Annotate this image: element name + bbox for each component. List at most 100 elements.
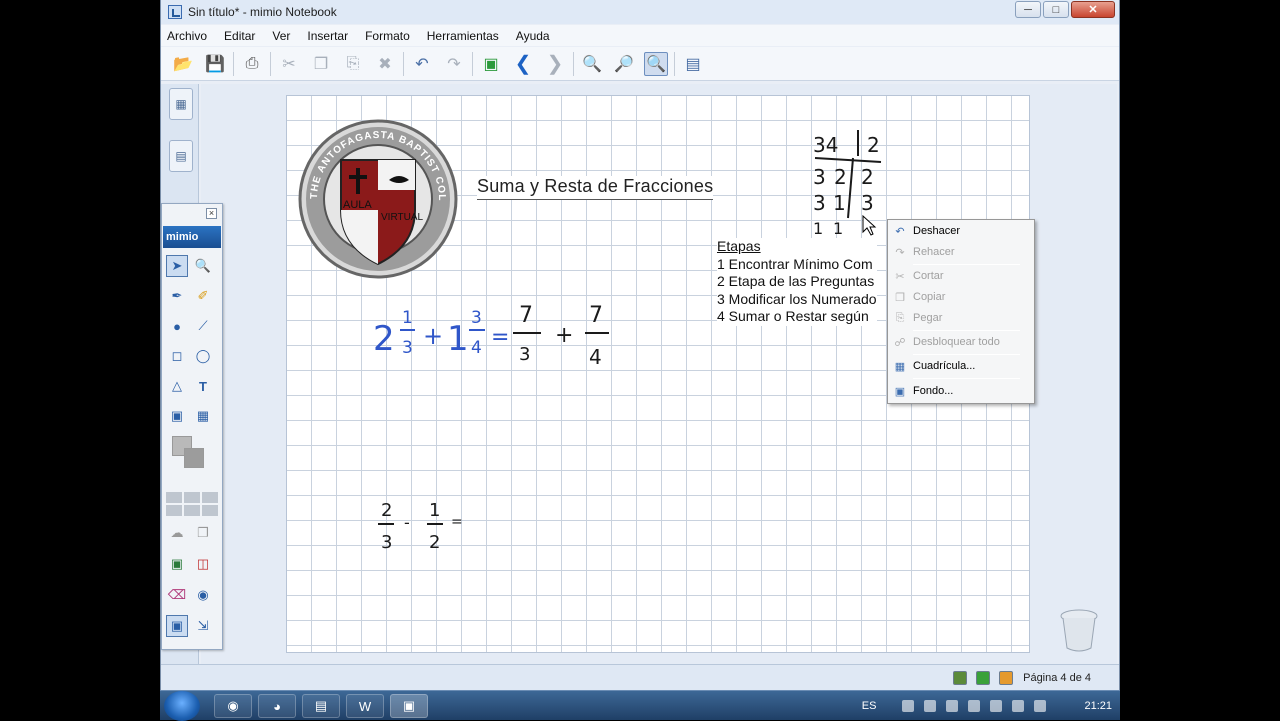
rectangle-icon[interactable]: ◻ [166, 345, 188, 367]
gallery-tab-icon[interactable]: ▤ [169, 140, 193, 172]
zoom-fit-icon[interactable]: 🔍 [644, 51, 668, 76]
hw-row3-b: 1 [833, 219, 843, 238]
firefox-icon[interactable]: ◉ [214, 694, 252, 718]
undo-icon: ↶ [895, 225, 905, 238]
hw-result-den-2: 4 [589, 345, 602, 369]
screen-capture-icon[interactable]: ▦ [192, 405, 214, 427]
group-icon[interactable]: ☁ [166, 522, 188, 544]
title-bar[interactable]: Sin título* - mimio Notebook ─ □ ✕ [161, 0, 1119, 24]
paste-icon[interactable]: ⎘ [341, 52, 365, 76]
redo-icon[interactable]: ↷ [442, 52, 466, 76]
select-arrow-icon[interactable]: ➤ [166, 255, 188, 277]
triangle-icon[interactable]: △ [166, 375, 188, 397]
menu-ver[interactable]: Ver [272, 29, 290, 43]
menu-undo[interactable]: ↶ Deshacer [888, 221, 1034, 241]
cut-icon[interactable]: ✂ [277, 52, 301, 76]
recorder-icon[interactable]: ◫ [192, 553, 214, 575]
line-color-swatch[interactable] [184, 448, 204, 468]
cut-icon: ✂ [895, 270, 905, 283]
menu-copy[interactable]: ❐ Copiar [888, 287, 1034, 307]
menu-separator [913, 330, 1020, 331]
ellipse-fill-icon[interactable]: ● [166, 315, 188, 337]
mouse-cursor-icon [862, 214, 877, 236]
menu-insertar[interactable]: Insertar [307, 29, 348, 43]
volume-icon[interactable] [1034, 700, 1047, 712]
menu-herramientas[interactable]: Herramientas [427, 29, 499, 43]
hw-row2-a: 3 [813, 191, 826, 215]
folder-icon[interactable]: ▤ [302, 694, 340, 718]
menu-cut[interactable]: ✂ Cortar [888, 266, 1034, 286]
taskbar: ◉ ◕ ▤ W ▣ ES 21:21 [160, 690, 1120, 721]
close-icon[interactable]: ✕ [1071, 1, 1115, 18]
menu-archivo[interactable]: Archivo [167, 29, 207, 43]
tray-icon[interactable] [902, 700, 915, 712]
text-tool-icon[interactable]: T [192, 375, 214, 397]
spotlight-icon[interactable]: ▣ [166, 615, 188, 637]
print-icon[interactable]: ⎙ [240, 52, 264, 76]
display-icon[interactable]: ▤ [681, 52, 705, 76]
menu-formato[interactable]: Formato [365, 29, 410, 43]
browser-icon[interactable]: ◕ [258, 694, 296, 718]
highlighter-icon[interactable]: ✐ [192, 285, 214, 307]
start-button-icon[interactable] [164, 691, 200, 721]
hw-sub-den-2: 2 [429, 532, 440, 553]
minimize-icon[interactable]: ─ [1015, 1, 1041, 18]
menu-separator [913, 354, 1020, 355]
thumbnails-tab-icon[interactable]: ▦ [169, 88, 193, 120]
clock[interactable]: 21:21 [1084, 700, 1112, 712]
status-bar: Página 4 de 4 [161, 664, 1119, 690]
delete-icon[interactable]: ✖ [373, 52, 397, 76]
menu-ayuda[interactable]: Ayuda [516, 29, 550, 43]
menu-grid[interactable]: ▦ Cuadrícula... [888, 356, 1034, 376]
save-icon[interactable]: 💾 [203, 52, 227, 76]
circle-icon[interactable]: ◯ [192, 345, 214, 367]
pen-icon[interactable]: ✒ [166, 285, 188, 307]
tools-icon[interactable] [999, 670, 1014, 685]
hw-num-1: 1 [402, 308, 413, 328]
insert-image-icon[interactable]: ▣ [166, 405, 188, 427]
color-palette-grid[interactable] [166, 492, 218, 516]
menu-copy-label: Copiar [913, 291, 946, 303]
reveal-icon[interactable]: ◉ [192, 584, 214, 606]
tray-icon[interactable] [924, 700, 937, 712]
trash-icon[interactable] [1059, 608, 1099, 652]
menu-redo[interactable]: ↷ Rehacer [888, 242, 1034, 262]
palette-close-icon[interactable]: × [206, 208, 217, 219]
menu-paste[interactable]: ⎘ Pegar [888, 308, 1034, 328]
resize-icon[interactable]: ⇲ [192, 615, 214, 637]
open-icon[interactable]: 📂 [171, 52, 195, 76]
mimio-tools-palette[interactable]: × mimio ➤ 🔍 ✒ ✐ ● ⟋ ◻ ◯ △ T ▣ ▦ ☁ ❐ ▣ ◫ … [161, 203, 223, 650]
line-icon[interactable]: ⟋ [192, 315, 214, 337]
toolbar-separator [403, 51, 404, 76]
menu-unlock-label: Desbloquear todo [913, 336, 1000, 348]
battery-icon[interactable] [1012, 700, 1025, 712]
next-page-icon[interactable]: ❯ [543, 52, 567, 76]
language-indicator[interactable]: ES [862, 700, 877, 712]
hw-row2-b: 1 [833, 191, 846, 215]
menu-background[interactable]: ▣ Fondo... [888, 381, 1034, 401]
undo-icon[interactable]: ↶ [410, 52, 434, 76]
menu-editar[interactable]: Editar [224, 29, 255, 43]
window-title: Sin título* - mimio Notebook [188, 5, 337, 19]
copy-icon[interactable]: ❐ [309, 52, 333, 76]
app-icon [168, 5, 182, 19]
previous-page-icon[interactable]: ❮ [511, 52, 535, 76]
edit-icon[interactable] [976, 670, 991, 685]
view-icon[interactable] [953, 670, 968, 685]
new-page-icon[interactable]: ▣ [479, 52, 503, 76]
gallery-image-icon[interactable]: ▣ [166, 553, 188, 575]
network-icon[interactable] [990, 700, 1003, 712]
eraser-icon[interactable]: ⌫ [166, 584, 188, 606]
word-icon[interactable]: W [346, 694, 384, 718]
page-indicator: Página 4 de 4 [1023, 671, 1091, 684]
mimio-task-icon[interactable]: ▣ [390, 694, 428, 718]
maximize-icon[interactable]: □ [1043, 1, 1069, 18]
tray-icon[interactable] [946, 700, 959, 712]
ungroup-icon[interactable]: ❐ [192, 522, 214, 544]
tray-icon[interactable] [968, 700, 981, 712]
menu-unlock-all[interactable]: ☍ Desbloquear todo [888, 332, 1034, 352]
lcm-division-table: 34 2 3 2 2 3 1 3 1 1 [813, 130, 882, 238]
zoom-in-icon[interactable]: 🔍 [580, 52, 604, 76]
zoom-tool-icon[interactable]: 🔍 [192, 255, 214, 277]
zoom-out-icon[interactable]: 🔎 [612, 52, 636, 76]
